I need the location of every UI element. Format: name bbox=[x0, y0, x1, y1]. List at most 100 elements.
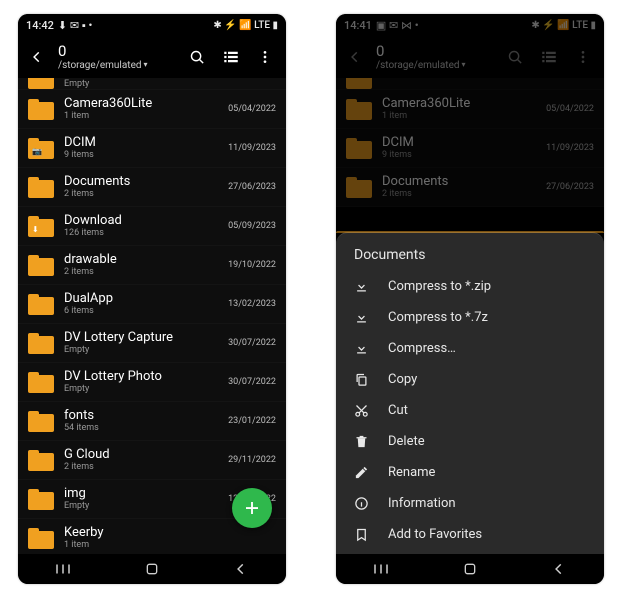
folder-row[interactable]: fonts 54 items 23/01/2022 bbox=[18, 402, 286, 441]
folder-name: Download bbox=[64, 214, 228, 229]
folder-date: 27/06/2023 bbox=[546, 182, 594, 192]
edit-icon bbox=[354, 465, 372, 480]
selection-count: 0 bbox=[376, 43, 492, 60]
sheet-item[interactable]: Rename bbox=[336, 457, 604, 488]
folder-date: 27/06/2023 bbox=[228, 182, 276, 192]
app-header: 0 /storage/emulated ▾ bbox=[336, 36, 604, 78]
status-right-icons: ✱ ⚡ 📶 LTE ▮ bbox=[213, 20, 278, 31]
folder-row[interactable]: DV Lottery Capture Empty 30/07/2022 bbox=[18, 324, 286, 363]
folder-date: 19/10/2022 bbox=[228, 260, 276, 270]
folder-icon bbox=[28, 293, 54, 315]
copy-icon bbox=[354, 372, 372, 387]
folder-icon bbox=[28, 527, 54, 549]
folder-row[interactable]: 📷 DCIM 9 items 11/09/2023 bbox=[18, 129, 286, 168]
sheet-item[interactable]: Cut bbox=[336, 395, 604, 426]
folder-row bbox=[336, 78, 604, 90]
folder-icon bbox=[346, 98, 372, 120]
search-button[interactable] bbox=[186, 49, 208, 66]
folder-date: 13/02/2023 bbox=[228, 299, 276, 309]
sheet-item[interactable]: Delete bbox=[336, 426, 604, 457]
folder-row[interactable]: Empty bbox=[18, 78, 286, 90]
folder-icon bbox=[28, 332, 54, 354]
download-icon bbox=[354, 279, 372, 294]
folder-row[interactable]: G Cloud 2 items 29/11/2022 bbox=[18, 441, 286, 480]
folder-date: 05/09/2023 bbox=[228, 221, 276, 231]
home-button[interactable] bbox=[132, 561, 172, 577]
folder-meta: 2 items bbox=[382, 189, 546, 199]
path-breadcrumb[interactable]: /storage/emulated ▾ bbox=[376, 60, 492, 71]
sheet-item-label: Delete bbox=[388, 434, 425, 449]
folder-date: 05/04/2022 bbox=[546, 104, 594, 114]
sheet-item[interactable]: Add to Favorites bbox=[336, 519, 604, 550]
sheet-item-label: Cut bbox=[388, 403, 408, 418]
folder-row: DCIM 9 items 11/09/2023 bbox=[336, 129, 604, 168]
phone-left: 14:42 ⬇ ✉ ▪ • ✱ ⚡ 📶 LTE ▮ 0 /storage/emu… bbox=[18, 14, 286, 584]
folder-name: DV Lottery Capture bbox=[64, 331, 228, 346]
folder-icon bbox=[28, 371, 54, 393]
folder-row[interactable]: DV Lottery Photo Empty 30/07/2022 bbox=[18, 363, 286, 402]
search-button[interactable] bbox=[504, 49, 526, 66]
path-breadcrumb[interactable]: /storage/emulated ▾ bbox=[58, 60, 174, 71]
folder-icon bbox=[28, 176, 54, 198]
folder-icon bbox=[28, 78, 54, 89]
view-list-button[interactable] bbox=[220, 48, 242, 66]
folder-date: 29/11/2022 bbox=[228, 455, 276, 465]
chevron-down-icon: ▾ bbox=[462, 61, 466, 70]
sheet-item[interactable]: Copy bbox=[336, 364, 604, 395]
cut-icon bbox=[354, 403, 372, 418]
recents-button[interactable] bbox=[43, 562, 83, 576]
app-header: 0 /storage/emulated ▾ bbox=[18, 36, 286, 78]
home-button[interactable] bbox=[450, 561, 490, 577]
sheet-item[interactable]: Information bbox=[336, 488, 604, 519]
back-nav-button[interactable] bbox=[221, 562, 261, 576]
sheet-item[interactable]: Compress… bbox=[336, 333, 604, 364]
download-icon bbox=[354, 310, 372, 325]
status-left-icons: ⬇ ✉ ▪ • bbox=[58, 19, 92, 32]
sheet-item-label: Compress to *.7z bbox=[388, 310, 488, 325]
sheet-item[interactable]: Compress to *.zip bbox=[336, 271, 604, 302]
back-button[interactable] bbox=[28, 50, 46, 64]
sheet-item[interactable]: Compress to *.7z bbox=[336, 302, 604, 333]
download-icon bbox=[354, 341, 372, 356]
folder-name: img bbox=[64, 487, 228, 502]
file-list[interactable]: Empty Camera360Lite 1 item 05/04/2022 📷 … bbox=[18, 78, 286, 554]
status-bar: 14:42 ⬇ ✉ ▪ • ✱ ⚡ 📶 LTE ▮ bbox=[18, 14, 286, 36]
folder-icon bbox=[28, 98, 54, 120]
folder-row[interactable]: drawable 2 items 19/10/2022 bbox=[18, 246, 286, 285]
folder-date: 30/07/2022 bbox=[228, 338, 276, 348]
folder-meta: 1 item bbox=[382, 111, 546, 121]
folder-date: 23/01/2022 bbox=[228, 416, 276, 426]
folder-name: Keerby bbox=[64, 526, 276, 541]
view-list-button[interactable] bbox=[538, 48, 560, 66]
sheet-item-label: Compress to *.zip bbox=[388, 279, 491, 294]
folder-row[interactable]: Camera360Lite 1 item 05/04/2022 bbox=[18, 90, 286, 129]
context-sheet: Documents Compress to *.zip Compress to … bbox=[336, 232, 604, 554]
folder-row[interactable]: ⬇ Download 126 items 05/09/2023 bbox=[18, 207, 286, 246]
folder-meta: 2 items bbox=[64, 267, 228, 277]
folder-icon: ⬇ bbox=[28, 215, 54, 237]
more-menu-button[interactable] bbox=[254, 49, 276, 65]
phone-right: 14:41 ▣ ✉ ⋈ • ✱ ⚡ 📶 LTE ▮ 0 /storage/emu… bbox=[336, 14, 604, 584]
folder-row[interactable]: DualApp 6 items 13/02/2023 bbox=[18, 285, 286, 324]
folder-date: 11/09/2023 bbox=[228, 143, 276, 153]
folder-meta: 9 items bbox=[64, 150, 228, 160]
add-fab[interactable] bbox=[232, 488, 272, 528]
folder-icon bbox=[28, 488, 54, 510]
folder-icon bbox=[28, 449, 54, 471]
back-nav-button[interactable] bbox=[539, 562, 579, 576]
back-button[interactable] bbox=[346, 50, 364, 64]
sheet-item-label: Add to Favorites bbox=[388, 527, 482, 542]
recents-button[interactable] bbox=[361, 562, 401, 576]
folder-name: Camera360Lite bbox=[64, 97, 228, 112]
status-right-icons: ✱ ⚡ 📶 LTE ▮ bbox=[531, 20, 596, 31]
chevron-down-icon: ▾ bbox=[144, 61, 148, 70]
status-time: 14:42 bbox=[26, 19, 54, 32]
bookmark-icon bbox=[354, 527, 372, 542]
folder-meta: 126 items bbox=[64, 228, 228, 238]
more-menu-button[interactable] bbox=[572, 49, 594, 65]
sheet-item-label: Information bbox=[388, 496, 456, 511]
status-time: 14:41 bbox=[344, 19, 372, 32]
folder-row[interactable]: Documents 2 items 27/06/2023 bbox=[18, 168, 286, 207]
folder-meta: Empty bbox=[64, 501, 228, 511]
sheet-title: Documents bbox=[336, 243, 604, 271]
